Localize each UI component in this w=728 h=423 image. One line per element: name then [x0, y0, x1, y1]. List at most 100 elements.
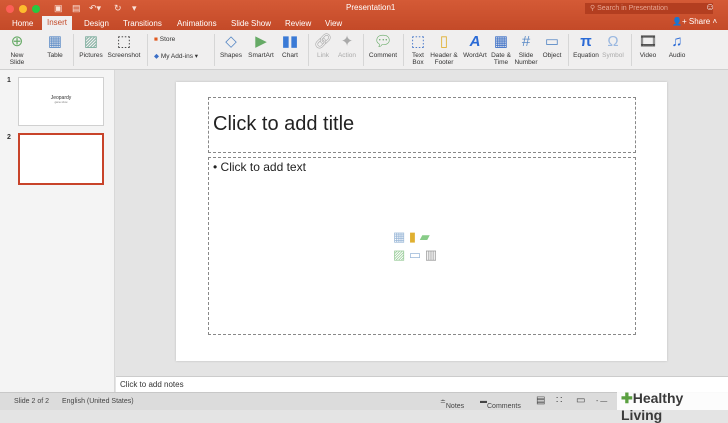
label: Date & Time: [491, 52, 511, 66]
divider: [147, 34, 148, 66]
chart-button[interactable]: ▮▮ Chart: [278, 32, 302, 59]
new-slide-icon: ⊕: [10, 33, 24, 50]
zoom-window-button[interactable]: [32, 5, 40, 13]
title-bar: ▣ ▤ ↶▾ ↻ ▾ Presentation1 ⚲ Search in Pre…: [0, 0, 728, 30]
table-icon: ▦: [47, 33, 63, 50]
undo-icon[interactable]: ↶▾: [89, 3, 101, 14]
label: Object: [542, 52, 562, 59]
label: SmartArt: [248, 52, 274, 59]
label: Action: [337, 52, 357, 59]
label: Chart: [282, 52, 298, 59]
insert-chart-icon[interactable]: ▮: [409, 229, 416, 244]
pi-icon: π: [580, 33, 592, 50]
tab-view[interactable]: View: [325, 17, 342, 30]
slide-sorter-icon[interactable]: ∷: [556, 395, 562, 406]
customize-icon[interactable]: ▾: [132, 3, 137, 14]
tab-design[interactable]: Design: [84, 17, 109, 30]
music-note-icon: ♫: [671, 33, 683, 50]
comments-label: Comments: [487, 403, 521, 410]
symbol-button[interactable]: Ω Symbol: [601, 32, 625, 59]
insert-smartart-icon[interactable]: ▰: [420, 229, 430, 244]
addins-icon: ◆: [154, 53, 159, 60]
insert-video-icon[interactable]: ▥: [425, 247, 437, 262]
new-slide-button[interactable]: ⊕ New Slide: [4, 32, 30, 66]
ribbon-insert: ⊕ New Slide ▦ Table ▨ Pictures ⬚ Screenshot …: [0, 30, 728, 70]
table-button[interactable]: ▦ Table: [42, 32, 68, 59]
tab-insert[interactable]: Insert: [42, 16, 73, 30]
my-addins-button[interactable]: ◆ My Add-ins ▾: [154, 53, 198, 60]
label: Symbol: [602, 52, 624, 59]
link-icon: 🔗︎: [313, 33, 333, 50]
search-input[interactable]: ⚲ Search in Presentation: [585, 3, 713, 14]
audio-button[interactable]: ♫ Audio: [665, 32, 689, 59]
label: Comment: [368, 52, 398, 59]
action-button[interactable]: ✦ Action: [335, 32, 359, 59]
equation-button[interactable]: π Equation: [572, 32, 600, 59]
search-placeholder: Search in Presentation: [597, 5, 668, 12]
zoom-slider[interactable]: - —: [596, 398, 607, 405]
document-title: Presentation1: [346, 3, 396, 12]
label: Video: [639, 52, 657, 59]
store-icon: ■: [154, 36, 158, 43]
label: Text Box: [412, 52, 424, 66]
label: Pictures: [79, 52, 103, 59]
label: Shapes: [219, 52, 243, 59]
picture-icon: ▨: [83, 33, 99, 50]
insert-content-icons: ▦ ▮ ▰ ▨ ▭ ▥: [393, 228, 437, 264]
feedback-smiley-icon[interactable]: ☺: [705, 2, 715, 13]
reading-view-icon[interactable]: ▭: [576, 395, 585, 406]
label: Equation: [573, 52, 599, 59]
wordart-icon: A: [469, 33, 481, 50]
redo-icon[interactable]: ↻: [114, 3, 122, 14]
normal-view-icon[interactable]: ▤: [536, 395, 545, 406]
date-time-button[interactable]: ▦ Date & Time: [490, 32, 512, 66]
sidebar-icon[interactable]: ▣: [54, 3, 63, 14]
language-indicator[interactable]: English (United States): [62, 398, 134, 405]
header-footer-button[interactable]: ▯ Header & Footer: [430, 32, 458, 66]
slide-indicator: Slide 2 of 2: [14, 398, 50, 405]
minimize-window-button[interactable]: [19, 5, 27, 13]
divider: [631, 34, 632, 66]
content-placeholder[interactable]: • Click to add text ▦ ▮ ▰ ▨ ▭ ▥: [208, 157, 636, 335]
tab-animations[interactable]: Animations: [177, 17, 217, 30]
tab-transitions[interactable]: Transitions: [123, 17, 162, 30]
divider: [403, 34, 404, 66]
comment-button[interactable]: 💬︎ Comment: [367, 32, 399, 59]
screenshot-button[interactable]: ⬚ Screenshot: [106, 32, 142, 59]
shapes-icon: ◇: [225, 33, 237, 50]
video-button[interactable]: 🎞︎ Video: [637, 32, 659, 59]
smartart-button[interactable]: ▶ SmartArt: [246, 32, 276, 59]
save-icon[interactable]: ▤: [72, 3, 81, 14]
share-label: Share: [688, 17, 711, 26]
insert-table-icon[interactable]: ▦: [393, 229, 405, 244]
tab-home[interactable]: Home: [12, 17, 33, 30]
action-icon: ✦: [340, 33, 354, 50]
slides-pane: 1 Jeopardy game show 2: [0, 70, 115, 392]
label: Link: [317, 52, 329, 59]
slide-number: 1: [7, 77, 11, 84]
label: Table: [47, 52, 63, 59]
label: Audio: [668, 52, 686, 59]
store-button[interactable]: ■ Store: [154, 36, 175, 43]
insert-picture-icon[interactable]: ▨: [393, 247, 405, 262]
tab-slide-show[interactable]: Slide Show: [231, 17, 271, 30]
slide-number-button[interactable]: # Slide Number: [514, 32, 538, 66]
comment-icon: 💬︎: [373, 33, 393, 50]
divider: [73, 34, 74, 66]
comments-button[interactable]: ▬ Comments: [480, 398, 521, 410]
wordart-button[interactable]: A WordArt: [461, 32, 489, 59]
title-placeholder[interactable]: Click to add title: [208, 97, 636, 153]
close-window-button[interactable]: [6, 5, 14, 13]
shapes-button[interactable]: ◇ Shapes: [218, 32, 244, 59]
label: Store: [159, 36, 176, 43]
insert-online-picture-icon[interactable]: ▭: [409, 247, 421, 262]
object-button[interactable]: ▭ Object: [540, 32, 564, 59]
slide-thumbnail-1[interactable]: Jeopardy game show: [18, 77, 104, 126]
tab-review[interactable]: Review: [285, 17, 311, 30]
notes-button[interactable]: ≐ Notes: [440, 398, 464, 410]
share-button[interactable]: 👤+ Share ˄: [672, 17, 717, 26]
slide-thumbnail-2[interactable]: [18, 133, 104, 185]
pictures-button[interactable]: ▨ Pictures: [77, 32, 105, 59]
link-button[interactable]: 🔗︎ Link: [313, 32, 333, 59]
text-box-button[interactable]: ⬚ Text Box: [408, 32, 428, 66]
